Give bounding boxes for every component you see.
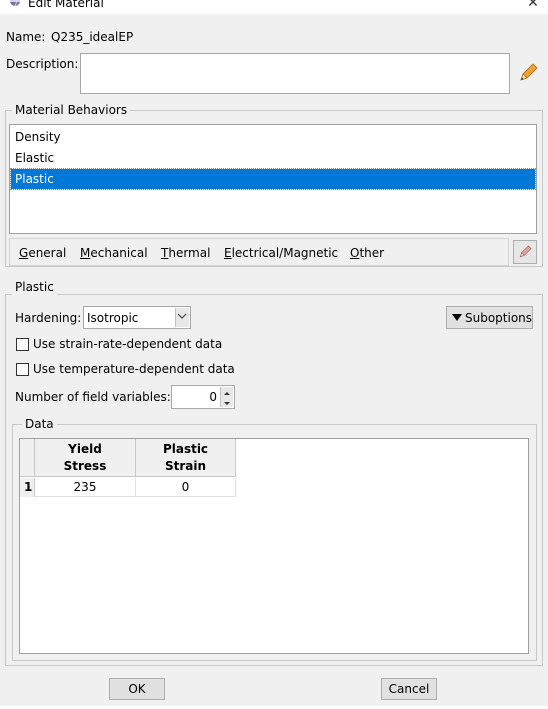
material-name-value: Q235_idealEP: [51, 30, 134, 44]
column-header-line: Stress: [63, 459, 107, 473]
behavior-item-plastic[interactable]: Plastic: [10, 168, 536, 190]
menu-thermal[interactable]: Thermal: [161, 246, 210, 260]
close-icon[interactable]: ✕: [525, 0, 541, 11]
menu-other[interactable]: Other: [350, 246, 384, 260]
plastic-title: Plastic: [12, 279, 57, 295]
hardening-select[interactable]: Isotropic: [83, 306, 191, 329]
hardening-value: Isotropic: [87, 311, 139, 325]
field-variables-value[interactable]: 0: [209, 389, 217, 405]
suboptions-button[interactable]: Suboptions: [446, 306, 533, 329]
menu-general[interactable]: General: [19, 246, 66, 260]
column-header-line: Yield: [68, 442, 102, 456]
column-header-line: Strain: [164, 459, 207, 473]
menu-electrical-mnemonic: E: [224, 246, 232, 260]
chevron-down-icon[interactable]: [175, 308, 189, 327]
field-variables-label: Number of field variables:: [15, 390, 171, 404]
behavior-item-density[interactable]: Density: [11, 127, 535, 147]
menu-other-label: ther: [359, 246, 385, 260]
behaviors-list[interactable]: Density Elastic Plastic: [9, 124, 537, 234]
suboptions-label: Suboptions: [465, 311, 533, 325]
menu-mechanical-mnemonic: M: [80, 246, 91, 260]
hardening-label: Hardening:: [15, 311, 82, 325]
temperature-label[interactable]: Use temperature-dependent data: [33, 361, 235, 377]
table-corner: [20, 439, 35, 477]
table-cell[interactable]: 0: [136, 478, 236, 497]
description-field[interactable]: [80, 53, 510, 94]
abaqus-material-icon: [10, 0, 20, 7]
pencil-icon: [519, 245, 532, 258]
menu-electrical-label: lectrical/Magnetic: [231, 246, 339, 260]
column-header-yield-stress[interactable]: Yield Stress: [35, 439, 136, 477]
name-label: Name:: [6, 30, 46, 44]
data-table[interactable]: Yield Stress Plastic Strain 1 235 0: [19, 438, 529, 654]
menu-mechanical[interactable]: Mechanical: [80, 246, 148, 260]
column-header-line: Plastic: [162, 442, 209, 456]
edit-behavior-button[interactable]: [513, 240, 537, 264]
menu-thermal-label: hermal: [168, 246, 211, 260]
data-title: Data: [22, 416, 57, 432]
spinner-down-icon[interactable]: [220, 397, 233, 407]
table-cell[interactable]: 235: [35, 478, 136, 497]
pencil-icon[interactable]: [516, 61, 540, 85]
triangle-down-icon: [452, 314, 462, 321]
cancel-button[interactable]: Cancel: [381, 678, 437, 700]
strain-rate-checkbox[interactable]: [16, 338, 29, 351]
menu-general-mnemonic: G: [19, 246, 29, 260]
spinner-up-icon[interactable]: [220, 387, 233, 397]
temperature-checkbox[interactable]: [16, 363, 29, 376]
behavior-menu-bar: General Mechanical Thermal Electrical/Ma…: [9, 238, 509, 266]
column-header-plastic-strain[interactable]: Plastic Strain: [136, 439, 236, 477]
window-title: Edit Material: [28, 0, 104, 10]
field-variables-spinner[interactable]: 0: [171, 385, 235, 409]
material-behaviors-title: Material Behaviors: [12, 102, 131, 118]
menu-electrical-magnetic[interactable]: Electrical/Magnetic: [224, 246, 338, 260]
description-label: Description:: [6, 57, 79, 71]
menu-general-label: eneral: [28, 246, 67, 260]
row-header[interactable]: 1: [20, 478, 35, 497]
behavior-item-elastic[interactable]: Elastic: [11, 148, 535, 168]
menu-mechanical-label: echanical: [90, 246, 148, 260]
ok-button[interactable]: OK: [109, 678, 165, 700]
strain-rate-label[interactable]: Use strain-rate-dependent data: [33, 336, 222, 352]
